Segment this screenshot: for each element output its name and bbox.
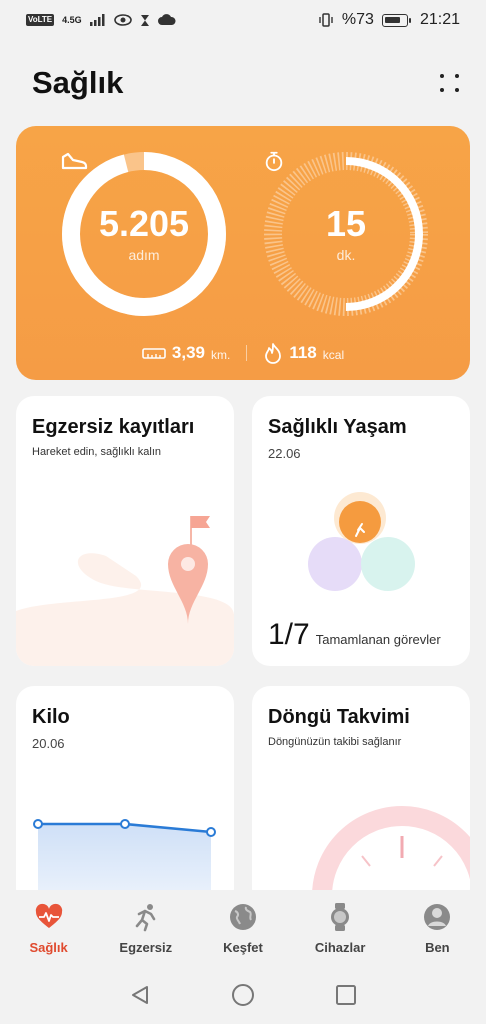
battery-icon <box>381 13 411 27</box>
watch-icon <box>331 903 350 931</box>
flame-icon <box>265 343 282 364</box>
cloud-icon <box>157 14 176 25</box>
weight-card[interactable]: Kilo 20.06 <box>16 686 234 906</box>
calories-stat: 118 kcal <box>263 342 344 364</box>
weight-trend-icon <box>33 819 216 906</box>
cycle-calendar-card[interactable]: Döngü Takvimi Döngünüzün takibi sağlanır <box>252 686 470 906</box>
battery-percent: %73 <box>341 11 374 28</box>
recents-icon[interactable] <box>335 984 357 1006</box>
nav-health[interactable]: Sağlık <box>4 902 94 955</box>
ruler-icon <box>142 348 166 359</box>
stopwatch-icon <box>265 151 283 172</box>
vibrate-icon <box>319 13 333 27</box>
steps-center: 5.205 adım <box>60 150 228 318</box>
nav-me-label: Ben <box>425 940 450 955</box>
shoe-icon <box>61 152 88 170</box>
steps-value: 5.205 <box>98 203 190 244</box>
nav-devices-label: Cihazlar <box>314 940 366 955</box>
signal-icon <box>89 14 105 26</box>
page-header: Sağlık <box>32 58 462 108</box>
steps-unit: adım <box>128 247 160 263</box>
minutes-center: 15 dk. <box>262 150 430 318</box>
eye-icon <box>113 14 132 26</box>
hourglass-icon <box>140 14 149 26</box>
minutes-unit: dk. <box>336 247 356 263</box>
nav-exercise[interactable]: Egzersiz <box>101 902 191 955</box>
activity-stats: 3,39 km. 118 kcal <box>16 340 470 366</box>
distance-unit: km. <box>210 347 231 362</box>
tasks-row: 1/7 Tamamlanan görevler <box>268 618 441 652</box>
nav-devices[interactable]: Cihazlar <box>295 902 385 955</box>
route-illustration-icon <box>16 516 234 666</box>
calories-value: 118 <box>289 343 317 362</box>
status-bar: VoLTE 4.5G %73 21:21 <box>0 0 486 40</box>
tasks-count: 1/7 <box>268 618 310 651</box>
globe-icon <box>229 904 256 930</box>
steps-ring[interactable]: 5.205 adım <box>60 150 228 318</box>
stat-divider <box>246 345 248 361</box>
volte-badge: VoLTE <box>26 14 55 26</box>
distance-stat: 3,39 km. <box>142 343 230 363</box>
healthy-living-card[interactable]: Sağlıklı Yaşam 22.06 1/7 Tamamlanan göre… <box>252 396 470 666</box>
nav-exercise-label: Egzersiz <box>119 940 173 955</box>
calories-unit: kcal <box>322 347 345 362</box>
back-icon[interactable] <box>129 984 151 1006</box>
exercise-records-card[interactable]: Egzersiz kayıtları Hareket edin, sağlıkl… <box>16 396 234 666</box>
bottom-nav: Sağlık Egzersiz Keşfet Cihazlar Ben <box>0 890 486 966</box>
tasks-label: Tamamlanan görevler <box>315 632 441 647</box>
status-right: %73 21:21 <box>318 11 460 29</box>
nav-discover-label: Keşfet <box>223 940 263 955</box>
page-title: Sağlık <box>32 65 124 100</box>
runner-icon <box>135 904 156 932</box>
nav-health-label: Sağlık <box>29 940 68 955</box>
distance-value: 3,39 <box>171 343 205 362</box>
nav-discover[interactable]: Keşfet <box>198 902 288 955</box>
minutes-ring[interactable]: 15 dk. <box>262 150 430 318</box>
status-left: VoLTE 4.5G <box>26 14 176 27</box>
system-nav <box>0 966 486 1024</box>
clock: 21:21 <box>419 11 460 28</box>
home-icon[interactable] <box>231 983 255 1007</box>
heart-icon <box>35 903 62 928</box>
profile-icon <box>424 904 451 930</box>
menu-icon[interactable] <box>438 71 462 95</box>
nav-me[interactable]: Ben <box>392 902 482 955</box>
minutes-value: 15 <box>325 203 367 244</box>
activity-card[interactable]: 5.205 adım 15 dk. 3,39 km. 118 kcal <box>16 126 470 380</box>
cycle-dial-icon <box>312 806 470 906</box>
network-type: 4.5G <box>62 14 82 25</box>
